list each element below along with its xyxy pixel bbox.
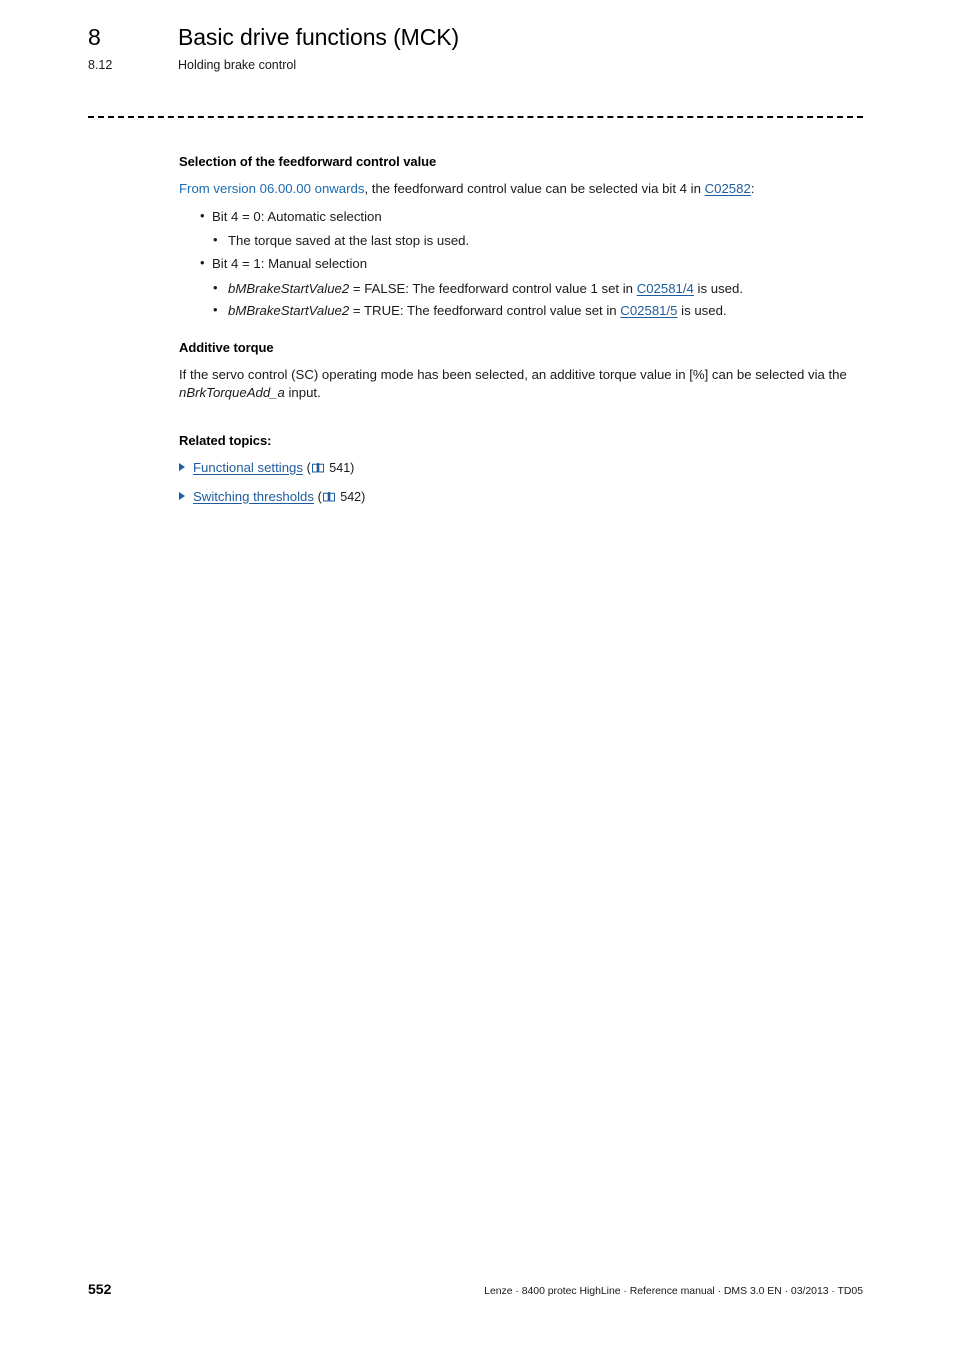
sub-bullet-text-end: is used. — [677, 302, 727, 318]
additive-torque-text-start: If the servo control (SC) operating mode… — [179, 366, 847, 382]
list-item: bMBrakeStartValue2 = FALSE: The feedforw… — [212, 277, 863, 299]
variable-name: bMBrakeStartValue2 — [228, 302, 350, 318]
footer-document-info: Lenze · 8400 protec HighLine · Reference… — [484, 1285, 863, 1297]
feedforward-intro-paragraph: From version 06.00.00 onwards, the feedf… — [179, 180, 863, 199]
list-item: Bit 4 = 0: Automatic selection The torqu… — [179, 207, 863, 252]
bullet-text: Bit 4 = 1: Manual selection — [212, 256, 368, 271]
triangle-right-icon — [179, 491, 185, 500]
bullet-text: Bit 4 = 0: Automatic selection — [212, 208, 382, 224]
version-note: From version 06.00.00 onwards — [179, 181, 365, 196]
page-number: 541 — [329, 460, 351, 475]
section-heading-row: 8.12 Holding brake control — [88, 58, 863, 72]
header-divider — [88, 116, 863, 118]
sub-bullet-text: = FALSE: The feedforward control value 1… — [349, 280, 637, 296]
page-footer: 552 Lenze · 8400 protec HighLine · Refer… — [88, 1281, 863, 1297]
link-c02581-4[interactable]: C02581/4 — [637, 281, 694, 296]
feedforward-heading: Selection of the feedforward control val… — [179, 154, 437, 169]
additive-torque-heading: Additive torque — [179, 339, 274, 355]
variable-name: bMBrakeStartValue2 — [228, 280, 350, 296]
feedforward-bullet-list: Bit 4 = 0: Automatic selection The torqu… — [179, 207, 863, 321]
page-number: 542 — [340, 489, 362, 504]
footer-page-number: 552 — [88, 1281, 112, 1297]
link-c02581-5[interactable]: C02581/5 — [620, 303, 677, 318]
additive-torque-text-end: input. — [284, 385, 321, 400]
sub-bullet-text: The torque saved at the last stop is use… — [228, 233, 470, 248]
variable-name: nBrkTorqueAdd_a — [179, 385, 285, 400]
page-content: Selection of the feedforward control val… — [179, 154, 863, 517]
list-item: Bit 4 = 1: Manual selection bMBrakeStart… — [179, 254, 863, 321]
feedforward-sublist-1: bMBrakeStartValue2 = FALSE: The feedforw… — [212, 277, 863, 321]
chapter-title: Basic drive functions (MCK) — [178, 24, 460, 50]
section-number: 8.12 — [88, 58, 113, 72]
sub-bullet-text-end: is used. — [693, 280, 744, 296]
feedforward-intro-rest: , the feedforward control value can be s… — [364, 181, 705, 196]
page-reference: ( 542) — [318, 490, 366, 504]
page-reference: ( 541) — [307, 461, 355, 475]
list-item: Functional settings ( 541) — [179, 459, 863, 478]
chapter-heading-row: 8 Basic drive functions (MCK) — [88, 24, 863, 51]
list-item: Switching thresholds ( 542) — [179, 488, 863, 507]
sub-bullet-text: = TRUE: The feedforward control value se… — [349, 302, 621, 318]
list-item: bMBrakeStartValue2 = TRUE: The feedforwa… — [212, 299, 863, 321]
page-header: 8 Basic drive functions (MCK) 8.12 Holdi… — [88, 24, 863, 72]
book-icon — [322, 489, 335, 507]
feedforward-intro-end: : — [750, 181, 755, 196]
book-icon — [311, 460, 324, 478]
section-title: Holding brake control — [178, 58, 297, 72]
link-c02582[interactable]: C02582 — [705, 181, 751, 196]
additive-torque-paragraph: If the servo control (SC) operating mode… — [179, 366, 863, 403]
related-topics-heading: Related topics: — [179, 432, 272, 448]
triangle-right-icon — [179, 462, 185, 471]
list-item: The torque saved at the last stop is use… — [212, 229, 863, 251]
feedforward-sublist-0: The torque saved at the last stop is use… — [212, 229, 863, 251]
related-link-switching-thresholds[interactable]: Switching thresholds — [193, 489, 314, 504]
related-link-functional-settings[interactable]: Functional settings — [193, 460, 303, 475]
related-topics-list: Functional settings ( 541) Switching thr… — [179, 459, 863, 507]
document-page: 8 Basic drive functions (MCK) 8.12 Holdi… — [0, 0, 954, 1350]
chapter-number: 8 — [88, 24, 101, 50]
